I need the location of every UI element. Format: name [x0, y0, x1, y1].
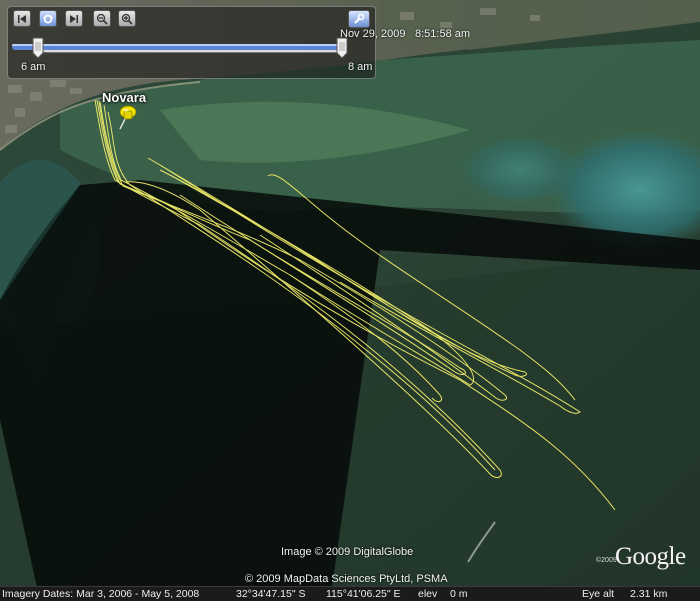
time-range-fill: [12, 44, 340, 50]
eye-alt-label: Eye alt: [582, 588, 615, 600]
time-slider-panel: Nov 29, 2009 8:51:58 am 6 am 8 am: [7, 6, 470, 79]
skip-forward-icon: [70, 14, 78, 23]
google-logo: Google: [615, 543, 686, 570]
loop-icon: [43, 14, 53, 23]
skip-forward-button[interactable]: [65, 10, 83, 27]
eye-alt-value: 2.31 km: [630, 588, 668, 600]
current-time-label: 8:51:58 am: [415, 28, 471, 40]
zoom-out-icon: [96, 13, 108, 25]
imagery-credit: Image © 2009 DigitalGlobe: [281, 546, 414, 558]
mapdata-credit: © 2009 MapData Sciences PtyLtd, PSMA: [245, 573, 448, 585]
zoom-in-time-button[interactable]: [118, 10, 136, 27]
play-loop-button[interactable]: [39, 10, 57, 27]
range-end-label: 8 am: [348, 61, 373, 73]
skip-back-icon: [18, 14, 26, 23]
wrench-icon: [354, 13, 365, 24]
time-end-handle[interactable]: [336, 37, 348, 59]
latitude-readout: 32°34'47.15" S: [236, 588, 306, 600]
time-start-handle[interactable]: [32, 37, 44, 59]
longitude-readout: 115°41'06.25" E: [326, 588, 401, 600]
zoom-in-icon: [121, 13, 133, 25]
current-date-label: Nov 29, 2009: [340, 28, 406, 40]
logo-year: ©2009: [596, 557, 617, 564]
skip-back-button[interactable]: [13, 10, 31, 27]
imagery-dates: Imagery Dates: Mar 3, 2006 - May 5, 2008: [2, 588, 200, 600]
elevation-value: 0 m: [450, 588, 468, 600]
status-bar: Imagery Dates: Mar 3, 2006 - May 5, 2008…: [0, 586, 700, 601]
elevation-label: elev: [418, 588, 438, 600]
map-view[interactable]: Nov 29, 2009 8:51:58 am 6 am 8 am Novara…: [0, 0, 700, 601]
pushpin-icon[interactable]: [116, 103, 138, 131]
zoom-out-time-button[interactable]: [93, 10, 111, 27]
range-start-label: 6 am: [21, 61, 46, 73]
settings-button[interactable]: [348, 10, 370, 28]
